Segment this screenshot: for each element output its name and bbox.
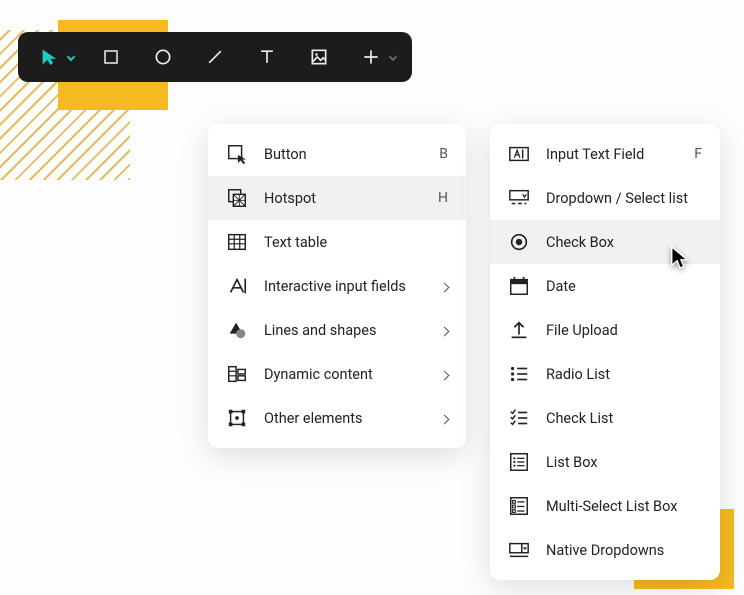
chevron-right-icon (441, 278, 448, 295)
menu-item-native-dropdowns[interactable]: Native Dropdowns (490, 528, 720, 572)
rectangle-icon (102, 48, 120, 66)
menu-label: Multi-Select List Box (546, 498, 702, 515)
multi-list-icon (508, 495, 530, 517)
menu-label: Lines and shapes (264, 322, 425, 339)
chevron-right-icon (441, 366, 448, 383)
radio-list-icon (508, 363, 530, 385)
chevron-right-icon (441, 410, 448, 427)
image-tool[interactable] (304, 42, 334, 72)
radio-icon (508, 231, 530, 253)
chevron-right-icon (441, 322, 448, 339)
menu-item-list-box[interactable]: List Box (490, 440, 720, 484)
menu-label: Input Text Field (546, 146, 678, 163)
menu-item-lines-shapes[interactable]: Lines and shapes (208, 308, 466, 352)
menu-label: Date (546, 278, 702, 295)
menu-label: Interactive input fields (264, 278, 425, 295)
circle-tool[interactable] (148, 42, 178, 72)
menu-label: Hotspot (264, 190, 422, 207)
menu-item-text-table[interactable]: Text table (208, 220, 466, 264)
line-icon (205, 47, 225, 67)
menu-item-other-elements[interactable]: Other elements (208, 396, 466, 440)
text-field-icon (508, 143, 530, 165)
menu-item-dynamic-content[interactable]: Dynamic content (208, 352, 466, 396)
text-tool[interactable] (252, 42, 282, 72)
pointer-tool[interactable] (34, 42, 74, 72)
hotspot-icon (226, 187, 248, 209)
button-icon (226, 143, 248, 165)
menu-label: Other elements (264, 410, 425, 427)
menu-label: Check List (546, 410, 702, 427)
input-icon (226, 275, 248, 297)
menu-label: File Upload (546, 322, 702, 339)
rectangle-tool[interactable] (96, 42, 126, 72)
menu-label: Button (264, 146, 423, 163)
dynamic-icon (226, 363, 248, 385)
chevron-down-icon (67, 53, 75, 61)
menu-label: List Box (546, 454, 702, 471)
menu-item-file-upload[interactable]: File Upload (490, 308, 720, 352)
menu-label: Text table (264, 234, 448, 251)
menu-item-check-list[interactable]: Check List (490, 396, 720, 440)
menu-label: Native Dropdowns (546, 542, 702, 559)
menu-item-dropdown[interactable]: Dropdown / Select list (490, 176, 720, 220)
menu-shortcut: B (439, 146, 448, 162)
dropdown-icon (508, 187, 530, 209)
table-icon (226, 231, 248, 253)
menu-item-button[interactable]: Button B (208, 132, 466, 176)
check-list-icon (508, 407, 530, 429)
chevron-down-icon (389, 53, 397, 61)
menu-item-input-text-field[interactable]: Input Text Field F (490, 132, 720, 176)
menu-item-radio-list[interactable]: Radio List (490, 352, 720, 396)
other-icon (226, 407, 248, 429)
add-tool[interactable] (356, 42, 396, 72)
menu-label: Dynamic content (264, 366, 425, 383)
plus-icon (361, 47, 381, 67)
image-icon (309, 47, 329, 67)
native-dd-icon (508, 539, 530, 561)
menu-label: Dropdown / Select list (546, 190, 702, 207)
toolbar (18, 32, 412, 82)
list-box-icon (508, 451, 530, 473)
circle-icon (153, 47, 173, 67)
menu-shortcut: F (694, 146, 702, 162)
pointer-icon (40, 48, 58, 66)
menu-item-interactive-input[interactable]: Interactive input fields (208, 264, 466, 308)
mouse-cursor (669, 245, 691, 275)
date-icon (508, 275, 530, 297)
menu-item-multi-select[interactable]: Multi-Select List Box (490, 484, 720, 528)
input-fields-submenu: Input Text Field F Dropdown / Select lis… (490, 124, 720, 580)
menu-item-hotspot[interactable]: Hotspot H (208, 176, 466, 220)
text-icon (257, 47, 277, 67)
menu-shortcut: H (438, 190, 448, 206)
line-tool[interactable] (200, 42, 230, 72)
elements-menu: Button B Hotspot H Text table Interactiv… (208, 124, 466, 448)
menu-label: Radio List (546, 366, 702, 383)
upload-icon (508, 319, 530, 341)
shapes-icon (226, 319, 248, 341)
